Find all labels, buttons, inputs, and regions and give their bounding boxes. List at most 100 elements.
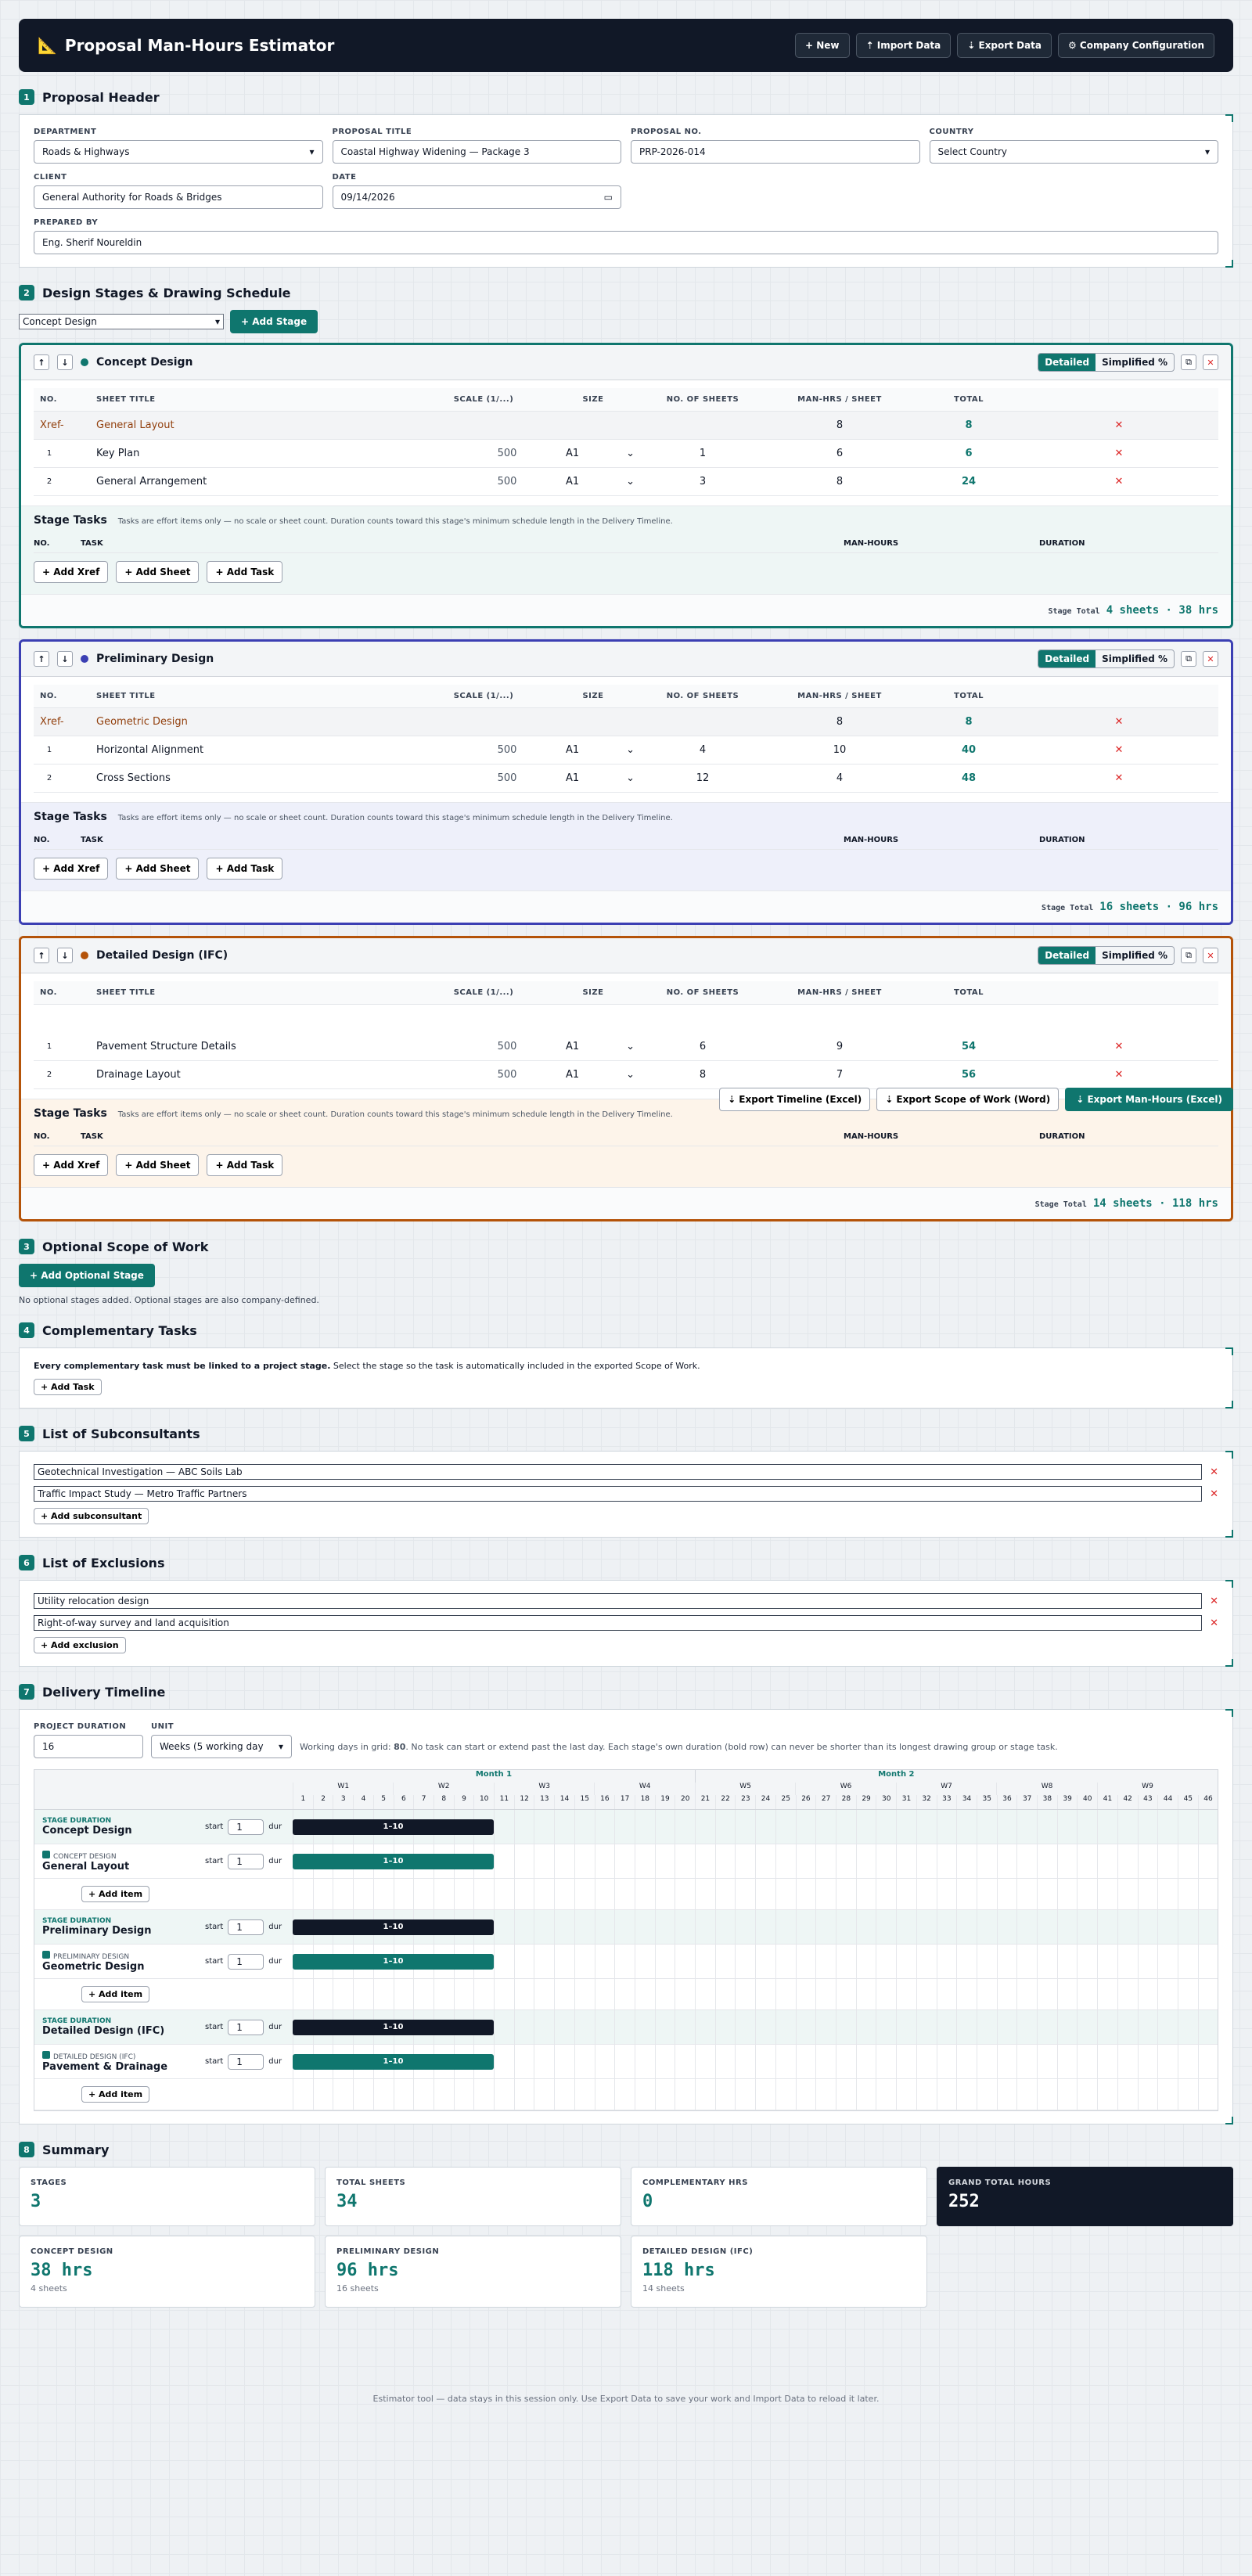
close-icon[interactable]: ✕ [1203,651,1218,667]
project-duration-input[interactable]: 16 [34,1735,143,1758]
add-item-button[interactable]: + Add item [81,1986,150,2002]
duplicate-icon[interactable]: ⧉ [1181,354,1196,370]
close-icon[interactable]: ✕ [1203,354,1218,370]
arrow-down-icon[interactable]: ↓ [57,651,73,667]
close-icon[interactable]: ✕ [1020,716,1218,728]
unit-select[interactable]: Weeks (5 working day ▾ [151,1735,292,1758]
stage-summary-card: DETAILED DESIGN (IFC) 118 hrs 14 sheets [631,2236,927,2308]
close-icon[interactable]: ✕ [1210,1466,1218,1478]
arrow-down-icon[interactable]: ↓ [57,354,73,370]
add-stage-button[interactable]: + Add Stage [230,310,318,333]
timeline-bar[interactable]: 1–10 [293,1853,494,1869]
checkbox[interactable] [42,1850,50,1858]
mode-toggle[interactable]: Detailed Simplified % [1038,353,1175,372]
checkbox[interactable] [42,1950,50,1959]
export-data-button[interactable]: ⇣ Export Data [957,33,1052,58]
add-xref-button[interactable]: + Add Xref [34,561,109,583]
section-design-stages: 2 Design Stages & Drawing Schedule [19,285,1233,300]
exclusions-panel: Utility relocation design ✕ Right-of-way … [19,1580,1233,1667]
export-scope-button[interactable]: ⇣ Export Scope of Work (Word) [876,1088,1060,1111]
header-field-input[interactable]: PRP-2026-014 [631,140,920,164]
add-optional-stage-button[interactable]: + Add Optional Stage [19,1264,155,1287]
summary-card: COMPLEMENTARY HRS 0 [631,2167,927,2226]
close-icon[interactable]: ✕ [1210,1596,1218,1607]
close-icon[interactable]: ✕ [1020,772,1218,784]
mode-toggle[interactable]: Detailed Simplified % [1038,946,1175,965]
header-field-input[interactable]: 09/14/2026 ▭ [332,185,621,209]
day-number: 38 [1037,1795,1057,1809]
stage-total: Stage Total 16 sheets · 96 hrs [21,890,1231,923]
duplicate-icon[interactable]: ⧉ [1181,651,1196,667]
xref-row: Xref- Geometric Design 8 8 ✕ [34,708,1218,736]
close-icon[interactable]: ✕ [1020,419,1218,431]
header-field-input[interactable]: General Authority for Roads & Bridges [34,185,323,209]
day-number: 22 [714,1795,736,1809]
add-xref-button[interactable]: + Add Xref [34,858,109,880]
close-icon[interactable]: ✕ [1020,1041,1218,1052]
export-timeline-button[interactable]: ⇣ Export Timeline (Excel) [719,1088,871,1111]
add-complementary-task-button[interactable]: + Add Task [34,1379,102,1395]
stage-name[interactable]: Concept Design [96,356,192,369]
header-field: DEPARTMENT Roads & Highways ▾ [34,128,323,164]
close-icon[interactable]: ✕ [1020,744,1218,756]
close-icon[interactable]: ✕ [1020,448,1218,459]
company-configuration-button[interactable]: ⚙ Company Configuration [1058,33,1214,58]
export-manhours-button[interactable]: ⇣ Export Man-Hours (Excel) [1065,1088,1233,1111]
subconsultant-input[interactable]: Geotechnical Investigation — ABC Soils L… [34,1464,1203,1480]
start-input[interactable]: 1 [228,1853,264,1869]
stage-name[interactable]: Detailed Design (IFC) [96,949,228,962]
start-input[interactable]: 1 [228,2019,264,2035]
timeline-bar[interactable]: 1–10 [293,2019,494,2035]
day-number: 27 [815,1795,836,1809]
add-subconsultant-button[interactable]: + Add subconsultant [34,1508,149,1524]
close-icon[interactable]: ✕ [1020,476,1218,487]
day-number: 1 [293,1795,313,1809]
header-field-input[interactable]: Select Country ▾ [929,140,1218,164]
stage-type-select[interactable]: Concept Design ▾ [19,314,224,329]
arrow-up-icon[interactable]: ↑ [34,354,49,370]
close-icon[interactable]: ✕ [1020,1069,1218,1081]
arrow-up-icon[interactable]: ↑ [34,948,49,963]
start-input[interactable]: 1 [228,1819,264,1835]
timeline-bar[interactable]: 1–10 [293,1819,494,1835]
prepared-by-input[interactable]: Eng. Sherif Noureldin [34,231,1218,254]
start-input[interactable]: 1 [228,1919,264,1935]
subconsultant-input[interactable]: Traffic Impact Study — Metro Traffic Par… [34,1486,1203,1502]
day-number: 2 [312,1795,333,1809]
header-field-input[interactable]: Roads & Highways ▾ [34,140,323,164]
timeline-bar[interactable]: 1–10 [293,1919,494,1935]
mode-toggle[interactable]: Detailed Simplified % [1038,649,1175,668]
stage-name[interactable]: Preliminary Design [96,653,214,665]
close-icon[interactable]: ✕ [1210,1488,1218,1500]
close-icon[interactable]: ✕ [1203,948,1218,963]
proposal-header-panel: DEPARTMENT Roads & Highways ▾ PROPOSAL TITL… [19,114,1233,268]
add-sheet-button[interactable]: + Add Sheet [116,858,200,880]
add-task-button[interactable]: + Add Task [207,858,283,880]
start-input[interactable]: 1 [228,2053,264,2070]
add-task-button[interactable]: + Add Task [207,1154,283,1176]
import-data-button[interactable]: ⇡ Import Data [855,33,952,58]
arrow-up-icon[interactable]: ↑ [34,651,49,667]
stage-card: ↑ ↓ Detailed Design (IFC) Detailed Simplifi… [19,936,1233,1221]
start-input[interactable]: 1 [228,1953,264,1970]
add-exclusion-button[interactable]: + Add exclusion [34,1637,126,1653]
add-task-button[interactable]: + Add Task [207,561,283,583]
add-sheet-button[interactable]: + Add Sheet [116,1154,200,1176]
arrow-down-icon[interactable]: ↓ [57,948,73,963]
new-button[interactable]: + New [795,33,850,58]
exclusion-input[interactable]: Right-of-way survey and land acquisition [34,1615,1203,1631]
header-field-input[interactable]: Coastal Highway Widening — Package 3 [332,140,621,164]
timeline-bar[interactable]: 1–10 [293,1953,494,1970]
add-item-button[interactable]: + Add item [81,1886,150,1902]
add-sheet-button[interactable]: + Add Sheet [116,561,200,583]
checkbox[interactable] [42,2050,50,2059]
duplicate-icon[interactable]: ⧉ [1181,948,1196,963]
add-item-button[interactable]: + Add item [81,2086,150,2103]
timeline-bar[interactable]: 1–10 [293,2053,494,2070]
exclusion-input[interactable]: Utility relocation design [34,1593,1203,1609]
sheet-row: 2 Drainage Layout 500 A1 ⌄ 8 7 56 ✕ [34,1061,1218,1089]
add-xref-button[interactable]: + Add Xref [34,1154,109,1176]
subconsultants-panel: Geotechnical Investigation — ABC Soils L… [19,1451,1233,1538]
header-field: DATE 09/14/2026 ▭ [332,173,621,209]
close-icon[interactable]: ✕ [1210,1617,1218,1629]
